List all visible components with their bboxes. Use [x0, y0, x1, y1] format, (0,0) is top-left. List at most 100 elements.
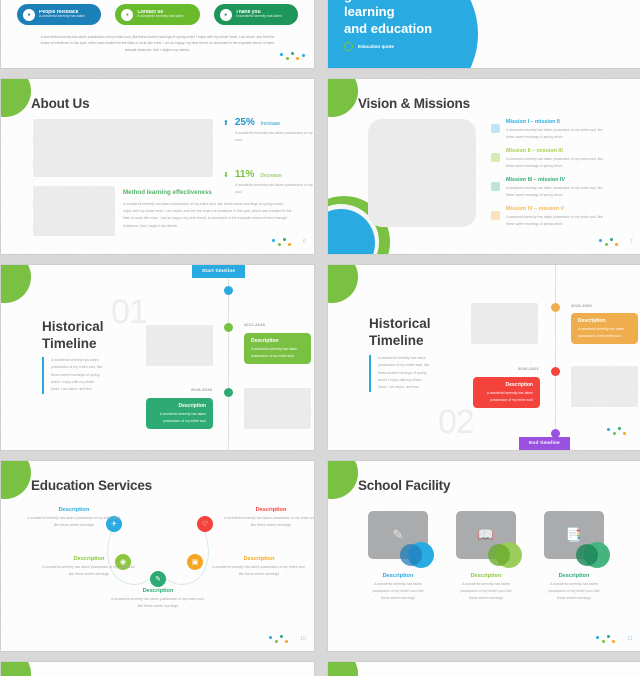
slide-historical-timeline-02[interactable]: 02 Historical Timeline A wonderful seren… [328, 265, 640, 450]
arrow-down-icon: ⬇ [223, 172, 229, 179]
service-text: A wonderful serenity has taken possessio… [111, 597, 205, 609]
stat-row: ⬆ 25% Increase [223, 117, 314, 128]
dot-blue [596, 636, 600, 639]
dot-orange [288, 243, 292, 246]
check-icon [491, 153, 500, 162]
image-placeholder [571, 366, 638, 407]
slide-education-quote[interactable]: good for first learning and education Ed… [328, 0, 640, 68]
page-title: About Us [31, 96, 90, 111]
page-number: 7 [630, 239, 633, 245]
mission-item-3: Mission III – mission IV A wonderful ser… [491, 177, 606, 199]
green-corner-blob [328, 79, 358, 117]
facility-card-2[interactable]: 📖 Description A wonderful serenity has t… [456, 511, 522, 603]
mission-title: Mission III – mission IV [506, 177, 566, 183]
ring-icon [344, 42, 353, 51]
mission-item-2: Mission II – mission III A wonderful ser… [491, 148, 606, 170]
card-heading: Description [178, 403, 206, 409]
dot-green [275, 640, 279, 643]
stat-row: ⬇ 11% Decrease [223, 169, 314, 180]
pill-subtitle: A wonderful serenity has taken [39, 14, 86, 19]
timeline-card[interactable]: Description A wonderful serenity has tak… [146, 398, 213, 430]
mission-text-wrap: Mission II – mission III A wonderful ser… [506, 148, 606, 170]
dot-teal [610, 238, 614, 241]
image-placeholder [368, 119, 476, 227]
mission-item-4: Mission IV – mission V A wonderful seren… [491, 206, 606, 228]
service-text-5: Description A wonderful serenity has tak… [223, 507, 314, 529]
timeline-card[interactable]: Description A wonderful serenity has tak… [571, 313, 638, 345]
open-book-icon: 📖 [477, 527, 495, 542]
mission-text: A wonderful serenity has taken possessio… [506, 215, 603, 226]
title-line-2: Timeline [369, 332, 424, 348]
dot-orange [623, 432, 626, 435]
dot-teal [618, 427, 621, 430]
quote-row: Education quote [344, 42, 394, 51]
slide-school-facility[interactable]: School Facility ✎ Description A wonderfu… [328, 461, 640, 651]
dot-orange [296, 57, 299, 60]
facility-heading: Description [558, 573, 590, 579]
timeline-number: 01 [111, 293, 148, 331]
facility-card-3[interactable]: 📑 Description A wonderful serenity has t… [544, 511, 610, 603]
page-number: 10 [300, 636, 306, 642]
dot-blue [599, 239, 603, 242]
service-node-heart[interactable]: ♡ [197, 516, 213, 532]
page-title: Historical Timeline [42, 319, 104, 353]
page-title: Vision & Missions [358, 96, 470, 111]
dot-green [278, 243, 282, 246]
green-corner-blob [1, 265, 31, 303]
timeline-date: 2018-2019 [191, 387, 212, 392]
service-text-3: Description A wonderful serenity has tak… [110, 588, 206, 610]
timeline-card[interactable]: Description A wonderful serenity has tak… [473, 377, 540, 409]
slide-about-us[interactable]: About Us ⬆ 25% Increase A wonderful sere… [1, 79, 314, 254]
image-placeholder [471, 303, 538, 344]
service-node-pencil[interactable]: ✎ [150, 571, 166, 587]
pill-thank-you[interactable]: ● Thank you A wonderful serenity has tak… [213, 4, 298, 25]
timeline-node [224, 286, 233, 295]
slide-people-feedback[interactable]: ● People feedback A wonderful serenity h… [1, 0, 314, 68]
timeline-end-tab[interactable]: End timeline [519, 437, 570, 450]
green-corner-blob [1, 79, 31, 117]
timeline-card[interactable]: Description A wonderful serenity has tak… [244, 333, 311, 365]
service-heading: Description [255, 507, 287, 513]
service-node-book[interactable]: ▣ [187, 554, 203, 570]
card-heading: Description [251, 338, 279, 344]
dot-blue [280, 53, 283, 56]
dot-orange [615, 243, 619, 246]
timeline-axis [228, 278, 229, 450]
pencil-icon: ✎ [392, 527, 404, 542]
dot-orange [285, 640, 289, 643]
facility-card-1[interactable]: ✎ Description A wonderful serenity has t… [368, 511, 434, 603]
facility-image: 📖 [456, 511, 522, 568]
heart-icon: ● [219, 8, 232, 21]
slide-vision-missions[interactable]: Vision & Missions Mission I – mission II… [328, 79, 640, 254]
slides-grid: ● People feedback A wonderful serenity h… [0, 0, 640, 676]
facility-text: A wonderful serenity has taken possessio… [460, 582, 512, 601]
slide-next-right[interactable] [328, 662, 640, 676]
pill-subtitle: A wonderful serenity has taken [235, 14, 282, 19]
dot-teal [291, 52, 294, 55]
stat-label: Increase [260, 121, 281, 127]
service-text-1: Description A wonderful serenity has tak… [26, 507, 122, 529]
mission-title: Mission IV – mission V [506, 206, 565, 212]
service-heading: Description [58, 507, 90, 513]
pill-contact-us[interactable]: ● Contact us A wonderful serenity has ta… [115, 4, 200, 25]
stat-value: 11% [234, 169, 255, 180]
slide-education-services[interactable]: Education Services ✈ ◉ ✎ ▣ ♡ Description… [1, 461, 314, 651]
timeline-start-tab[interactable]: Start timeline [192, 265, 246, 278]
slide-next-left[interactable] [1, 662, 314, 676]
service-heading: Description [243, 556, 275, 562]
slide-historical-timeline-01[interactable]: Start timeline 01 Historical Timeline A … [1, 265, 314, 450]
pill-people-feedback[interactable]: ● People feedback A wonderful serenity h… [17, 4, 102, 25]
dot-cluster [280, 51, 306, 61]
service-text-2: Description A wonderful serenity has tak… [41, 556, 137, 578]
green-corner-blob [328, 662, 358, 676]
green-corner-blob [328, 265, 358, 303]
dot-cluster [596, 634, 622, 644]
facility-text: A wonderful serenity has taken possessio… [548, 582, 600, 601]
page-title: Historical Timeline [369, 316, 431, 350]
stat-value: 25% [234, 117, 255, 128]
arrow-up-icon: ⬆ [223, 120, 229, 127]
heading-line-1: good for first learning [344, 0, 425, 20]
facility-image: 📑 [544, 511, 610, 568]
timeline-tab-label: Start timeline [202, 269, 236, 274]
page-number: 6 [303, 239, 306, 245]
